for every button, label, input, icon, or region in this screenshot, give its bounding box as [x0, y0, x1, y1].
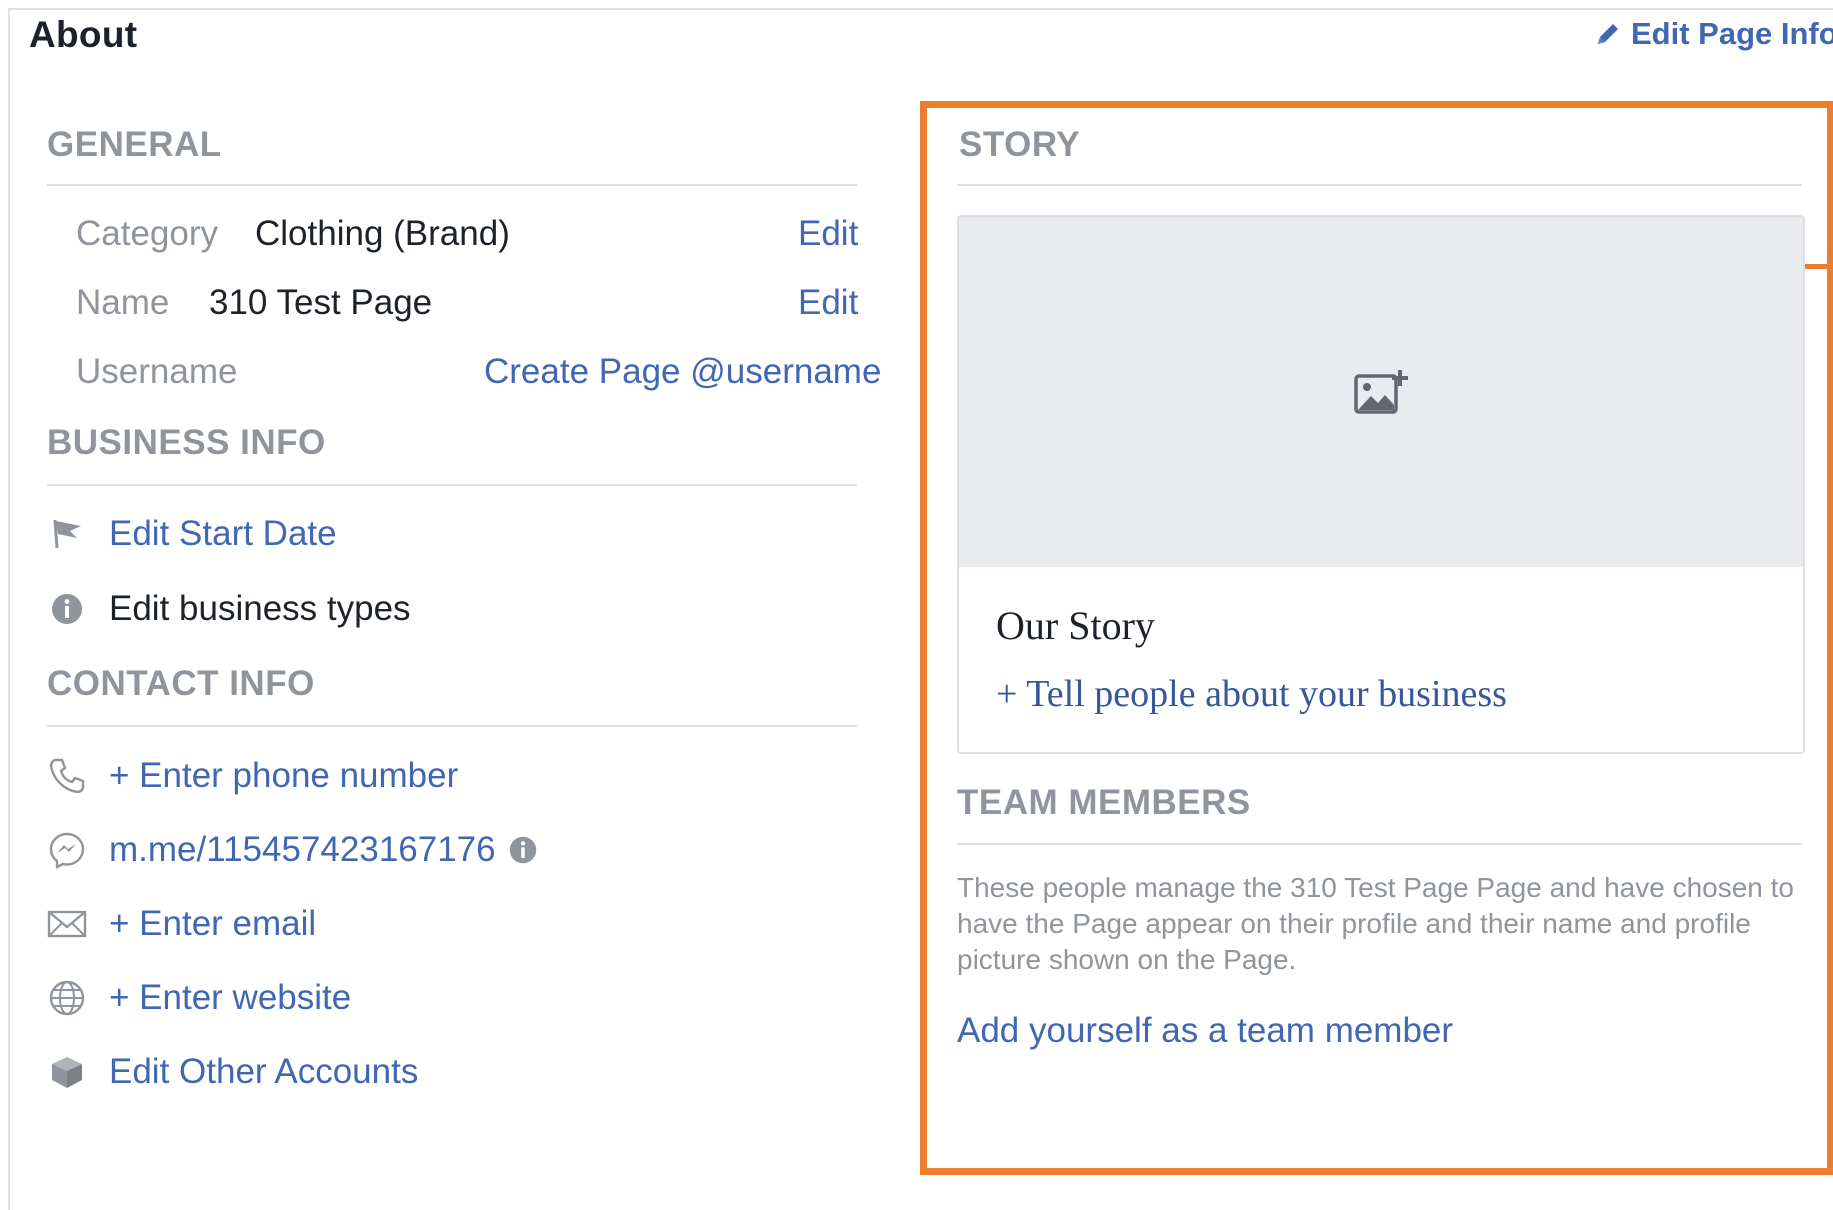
enter-website-item[interactable]: + Enter website: [47, 973, 351, 1023]
business-info-divider: [47, 484, 857, 486]
team-members-heading: TEAM MEMBERS: [957, 783, 1251, 822]
enter-email-item[interactable]: + Enter email: [47, 899, 316, 949]
tell-people-link[interactable]: + Tell people about your business: [996, 672, 1507, 716]
messenger-link-label: m.me/115457423167176: [109, 830, 496, 869]
general-heading: GENERAL: [47, 125, 222, 164]
info-icon: [47, 589, 87, 629]
username-label: Username: [76, 352, 238, 391]
edit-page-info-label: Edit Page Info: [1631, 16, 1833, 51]
flag-icon: [47, 514, 87, 554]
add-photo-icon: [1354, 370, 1408, 414]
create-username-link[interactable]: Create Page @username: [484, 352, 881, 392]
enter-email-label: + Enter email: [109, 904, 317, 943]
story-cover-photo-area[interactable]: [959, 217, 1803, 567]
contact-info-divider: [47, 725, 857, 727]
enter-phone-item[interactable]: + Enter phone number: [47, 751, 458, 801]
category-label: Category: [76, 214, 219, 253]
phone-icon: [47, 756, 87, 796]
envelope-icon: [47, 904, 87, 944]
messenger-icon: [47, 830, 87, 870]
name-label: Name: [76, 283, 170, 322]
enter-website-label: + Enter website: [109, 978, 352, 1017]
our-story-title: Our Story: [996, 603, 1155, 648]
team-members-divider: [957, 843, 1802, 845]
edit-business-types-label: Edit business types: [109, 589, 411, 628]
category-edit-link[interactable]: Edit: [798, 214, 858, 254]
general-divider: [47, 184, 857, 186]
edit-other-accounts-label: Edit Other Accounts: [109, 1052, 419, 1091]
edit-page-info-button[interactable]: Edit Page Info: [1595, 12, 1833, 56]
globe-icon: [47, 978, 87, 1018]
add-team-member-link[interactable]: Add yourself as a team member: [957, 1011, 1453, 1051]
info-icon: [508, 835, 538, 865]
name-edit-link[interactable]: Edit: [798, 283, 858, 323]
messenger-link-item[interactable]: m.me/115457423167176: [47, 825, 538, 875]
business-info-heading: BUSINESS INFO: [47, 423, 326, 462]
pencil-icon: [1598, 24, 1618, 44]
story-heading: STORY: [959, 125, 1081, 164]
edit-other-accounts-item[interactable]: Edit Other Accounts: [47, 1047, 418, 1097]
contact-info-heading: CONTACT INFO: [47, 664, 315, 703]
story-card: Our Story + Tell people about your busin…: [957, 215, 1805, 754]
team-members-description: These people manage the 310 Test Page Pa…: [957, 872, 1795, 975]
page-title: About: [29, 14, 138, 55]
category-value: Clothing (Brand): [255, 214, 510, 253]
edit-start-date-item[interactable]: Edit Start Date: [47, 509, 337, 559]
edit-start-date-label: Edit Start Date: [109, 514, 337, 553]
story-divider: [957, 184, 1802, 186]
enter-phone-label: + Enter phone number: [109, 756, 459, 795]
name-value: 310 Test Page: [209, 283, 433, 322]
edit-business-types-item[interactable]: Edit business types: [47, 584, 411, 634]
cube-icon: [47, 1052, 87, 1092]
